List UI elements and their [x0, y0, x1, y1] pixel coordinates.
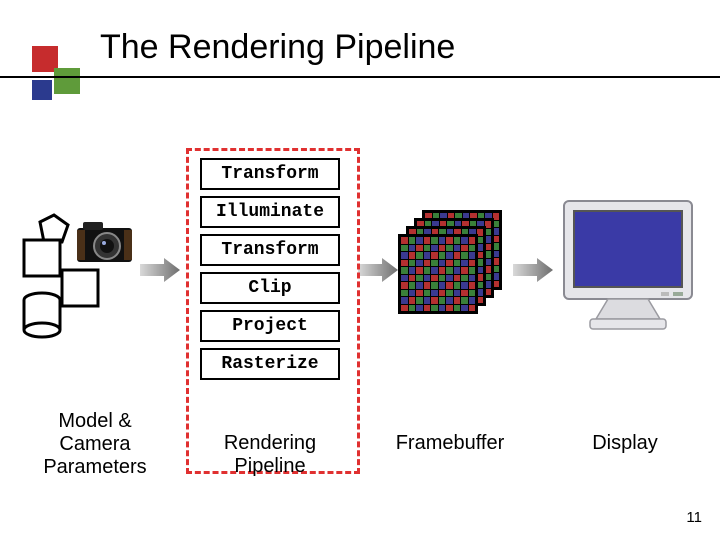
pipeline-stage: Transform — [200, 158, 340, 190]
pipeline-stage: Transform — [200, 234, 340, 266]
slide-title: The Rendering Pipeline — [100, 28, 455, 67]
pipeline-stage: Rasterize — [200, 348, 340, 380]
label-display: Display — [570, 432, 680, 455]
title-underline — [0, 76, 720, 78]
label-rendering-pipeline: Rendering Pipeline — [188, 432, 352, 478]
pipeline-stage: Clip — [200, 272, 340, 304]
label-framebuffer: Framebuffer — [385, 432, 515, 455]
pipeline-stage-stack: Transform Illuminate Transform Clip Proj… — [200, 158, 340, 386]
pipeline-stage: Project — [200, 310, 340, 342]
arrow-icon — [513, 258, 553, 282]
arrow-icon — [140, 258, 180, 282]
pipeline-stage: Illuminate — [200, 196, 340, 228]
framebuffer-icon — [398, 210, 508, 320]
label-model-camera: Model & Camera Parameters — [20, 410, 170, 479]
page-number: 11 — [686, 509, 702, 526]
arrow-icon — [358, 258, 398, 282]
monitor-icon — [558, 195, 698, 345]
model-camera-icon — [22, 212, 142, 342]
